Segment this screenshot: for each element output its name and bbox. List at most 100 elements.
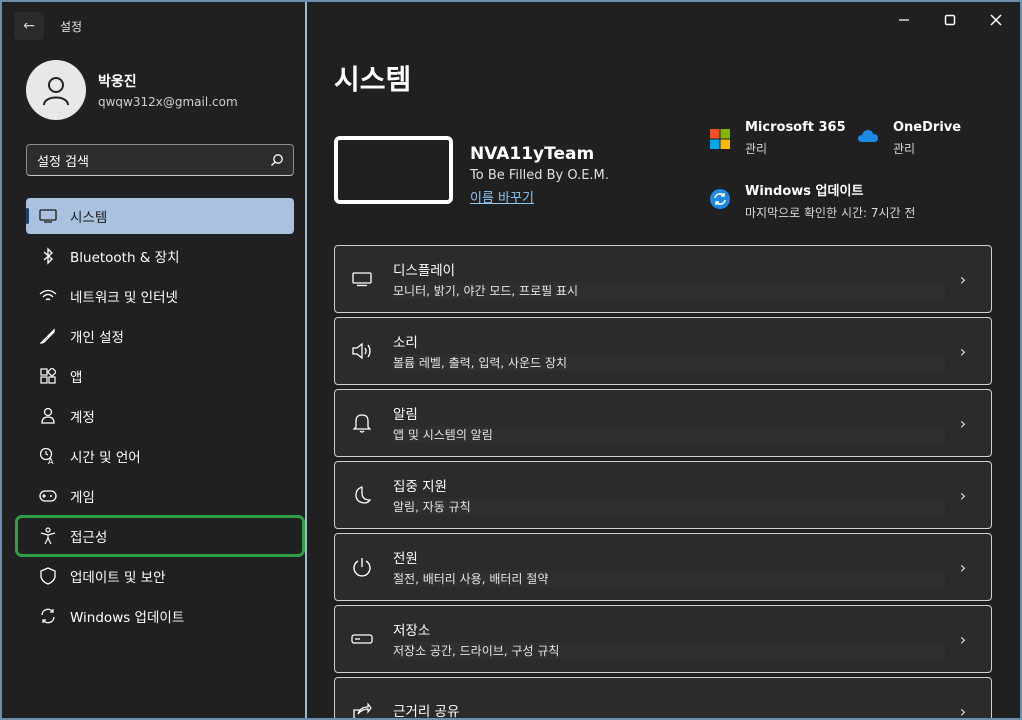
chevron-right-icon: › <box>959 341 967 361</box>
sidebar-item-update-security[interactable]: 업데이트 및 보안 <box>26 558 294 594</box>
sidebar-item-label: Windows 업데이트 <box>70 610 185 626</box>
title-row: ← 설정 <box>14 12 82 40</box>
chevron-right-icon: › <box>959 629 967 649</box>
main-pane: 시스템 NVA11yTeam To Be Filled By O.E.M. 이름… <box>309 2 1020 720</box>
gamepad-icon <box>38 486 58 506</box>
sidebar-item-label: 게임 <box>70 490 95 506</box>
moon-icon <box>351 484 373 506</box>
search-input[interactable]: 설정 검색 <box>26 144 294 176</box>
power-icon <box>351 556 373 578</box>
arrow-left-icon: ← <box>23 18 35 34</box>
chevron-right-icon: › <box>959 557 967 577</box>
device-name: NVA11yTeam <box>470 144 595 164</box>
person-icon <box>38 406 58 426</box>
quick-link-microsoft365[interactable]: Microsoft 365 관리 <box>709 120 846 157</box>
sidebar-item-windows-update[interactable]: Windows 업데이트 <box>26 598 294 634</box>
card-subtitle: 볼륨 레벨, 출력, 입력, 사운드 장치 <box>393 354 945 371</box>
card-notifications[interactable]: 알림 앱 및 시스템의 알림 › <box>334 389 992 457</box>
card-storage[interactable]: 저장소 저장소 공간, 드라이브, 구성 규칙 › <box>334 605 992 673</box>
card-sound[interactable]: 소리 볼륨 레벨, 출력, 입력, 사운드 장치 › <box>334 317 992 385</box>
apps-icon <box>38 366 58 386</box>
minimize-button[interactable] <box>892 10 916 30</box>
card-subtitle: 알림, 자동 규칙 <box>393 498 945 515</box>
sidebar-item-label: 시간 및 언어 <box>70 450 141 466</box>
sidebar-item-label: 시스템 <box>70 210 108 226</box>
card-nearby-sharing[interactable]: 근거리 공유 › <box>334 677 992 720</box>
user-profile[interactable]: 박웅진 qwqw312x@gmail.com <box>26 60 238 120</box>
chevron-right-icon: › <box>959 269 967 289</box>
user-email: qwqw312x@gmail.com <box>98 95 238 109</box>
bell-icon <box>351 412 373 434</box>
rename-link[interactable]: 이름 바꾸기 <box>470 187 534 206</box>
app-title: 설정 <box>60 19 83 34</box>
card-title: 알림 <box>393 407 418 423</box>
wifi-icon <box>38 286 58 306</box>
bluetooth-icon <box>38 246 58 266</box>
sidebar-item-label: 업데이트 및 보안 <box>70 570 166 586</box>
card-focus-assist[interactable]: 집중 지원 알림, 자동 규칙 › <box>334 461 992 529</box>
search-icon[interactable] <box>269 152 285 168</box>
sidebar-item-personalization[interactable]: 개인 설정 <box>26 318 294 354</box>
card-title: 근거리 공유 <box>393 703 460 720</box>
card-subtitle: 모니터, 밝기, 야간 모드, 프로필 표시 <box>393 282 945 299</box>
maximize-button[interactable] <box>938 10 962 30</box>
monitor-icon <box>38 206 58 226</box>
shield-icon <box>38 566 58 586</box>
card-title: 디스플레이 <box>393 263 456 279</box>
windows-update-icon <box>709 188 731 210</box>
card-title: 집중 지원 <box>393 479 447 495</box>
card-subtitle: 저장소 공간, 드라이브, 구성 규칙 <box>393 642 945 659</box>
storage-icon <box>351 628 373 650</box>
update-icon <box>38 606 58 626</box>
card-subtitle: 절전, 배터리 사용, 배터리 절약 <box>393 570 945 587</box>
quick-link-title: Windows 업데이트 <box>745 184 864 199</box>
sidebar-item-accounts[interactable]: 계정 <box>26 398 294 434</box>
card-display[interactable]: 디스플레이 모니터, 밝기, 야간 모드, 프로필 표시 › <box>334 245 992 313</box>
quick-link-windows-update[interactable]: Windows 업데이트 마지막으로 확인한 시간: 7시간 전 <box>709 180 915 221</box>
device-image <box>334 136 453 204</box>
person-avatar-icon <box>43 77 69 106</box>
sidebar-item-system[interactable]: 시스템 <box>26 198 294 234</box>
sidebar-item-apps[interactable]: 앱 <box>26 358 294 394</box>
sidebar-item-time-language[interactable]: A 시간 및 언어 <box>26 438 294 474</box>
accessibility-icon <box>38 526 58 546</box>
sidebar: ← 설정 박웅진 qwqw312x@gmail.com 설정 검색 시스템 Bl… <box>2 2 307 718</box>
speaker-icon <box>351 340 373 362</box>
onedrive-cloud-icon <box>857 128 879 150</box>
chevron-right-icon: › <box>959 413 967 433</box>
chevron-right-icon: › <box>959 701 967 720</box>
sidebar-item-gaming[interactable]: 게임 <box>26 478 294 514</box>
share-icon <box>351 700 373 718</box>
search-placeholder: 설정 검색 <box>37 154 89 170</box>
microsoft-logo-icon <box>709 128 731 150</box>
quick-link-onedrive[interactable]: OneDrive 관리 <box>857 120 961 157</box>
page-title: 시스템 <box>334 63 412 96</box>
quick-link-sub: 관리 <box>745 142 768 156</box>
back-button[interactable]: ← <box>14 12 44 40</box>
avatar <box>26 60 86 120</box>
time-language-icon: A <box>38 446 58 466</box>
sidebar-item-bluetooth[interactable]: Bluetooth & 장치 <box>26 238 294 274</box>
nav-list: 시스템 Bluetooth & 장치 네트워크 및 인터넷 개인 설정 앱 계정… <box>15 198 305 638</box>
card-subtitle: 앱 및 시스템의 알림 <box>393 426 945 443</box>
sidebar-item-label: 앱 <box>70 370 83 386</box>
device-model: To Be Filled By O.E.M. <box>470 168 609 183</box>
display-icon <box>351 268 373 290</box>
device-info: NVA11yTeam To Be Filled By O.E.M. 이름 바꾸기 <box>470 144 609 206</box>
settings-cards: 디스플레이 모니터, 밝기, 야간 모드, 프로필 표시 › 소리 볼륨 레벨,… <box>334 245 992 720</box>
sidebar-item-network[interactable]: 네트워크 및 인터넷 <box>26 278 294 314</box>
sidebar-item-label: 네트워크 및 인터넷 <box>70 290 178 306</box>
sidebar-item-accessibility[interactable]: 접근성 <box>15 515 305 557</box>
svg-text:A: A <box>48 457 54 465</box>
card-title: 전원 <box>393 551 418 567</box>
settings-window: ← 설정 박웅진 qwqw312x@gmail.com 설정 검색 시스템 Bl… <box>0 0 1022 720</box>
chevron-right-icon: › <box>959 485 967 505</box>
card-title: 저장소 <box>393 623 431 639</box>
window-controls <box>892 10 1008 30</box>
quick-link-title: Microsoft 365 <box>745 120 846 135</box>
brush-icon <box>38 326 58 346</box>
card-title: 소리 <box>393 335 418 351</box>
user-name: 박웅진 <box>98 74 137 90</box>
close-button[interactable] <box>984 10 1008 30</box>
card-power[interactable]: 전원 절전, 배터리 사용, 배터리 절약 › <box>334 533 992 601</box>
